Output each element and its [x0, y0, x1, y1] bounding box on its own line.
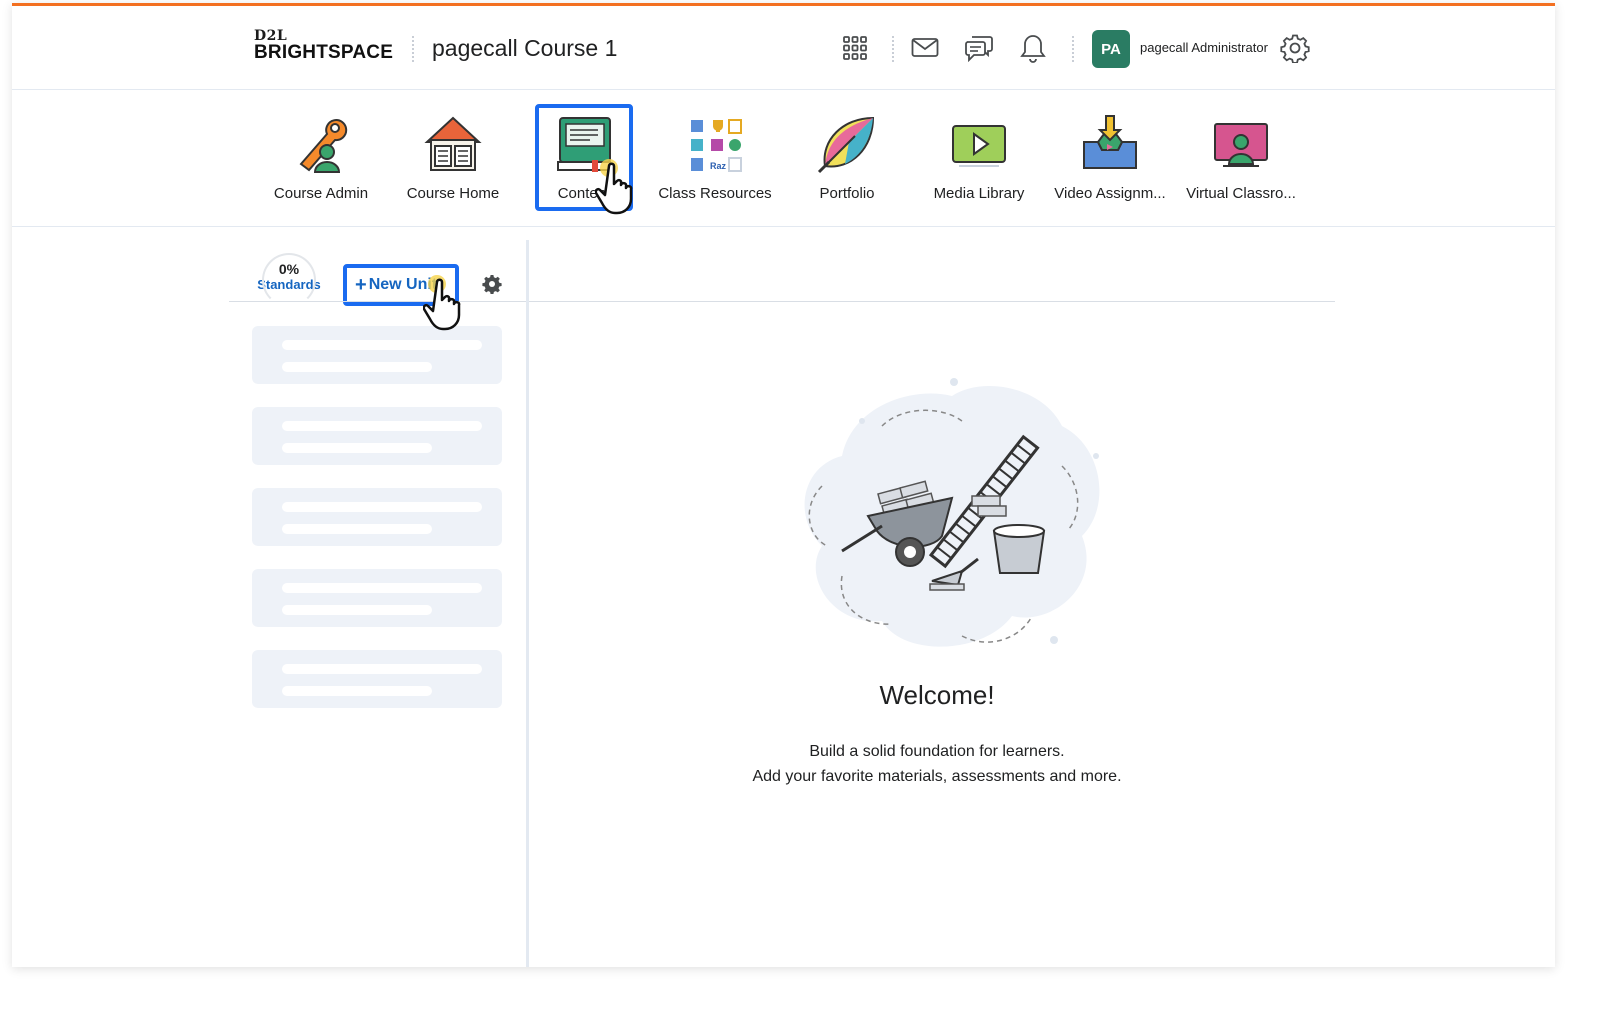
- avatar[interactable]: PA: [1092, 30, 1130, 68]
- house-book-icon: [421, 112, 485, 176]
- nav-label: Virtual Classro...: [1186, 185, 1296, 202]
- svg-text:Raz: Raz: [710, 161, 727, 171]
- mail-icon[interactable]: [908, 31, 942, 65]
- wrench-person-icon: [289, 112, 353, 176]
- presenter-screen-icon: [1209, 112, 1273, 176]
- header-divider: [412, 36, 414, 62]
- welcome-title: Welcome!: [879, 680, 995, 710]
- nav-label: Portfolio: [819, 185, 875, 202]
- nav-class-resources[interactable]: Raz Class Resources: [650, 112, 780, 212]
- gear-icon[interactable]: [1278, 31, 1312, 65]
- nav-label: Media Library: [933, 185, 1025, 202]
- nav-label: Class Resources: [658, 185, 772, 202]
- nav-label: Course Home: [406, 185, 500, 202]
- play-screen-icon: [947, 112, 1011, 176]
- brightspace-logo[interactable]: D2L BRIGHTSPACE: [254, 28, 404, 70]
- bell-icon[interactable]: [1016, 31, 1050, 65]
- top-header: D2L BRIGHTSPACE pagecall Course 1 PA pag…: [12, 6, 1555, 90]
- nav-course-admin[interactable]: Course Admin: [256, 112, 386, 212]
- welcome-line-2: Add your favorite materials, assessments…: [752, 768, 1122, 785]
- welcome-message: Welcome! Build a solid foundation for le…: [652, 680, 1222, 789]
- course-navbar: Course Admin Course Home Content Raz Cla…: [12, 90, 1555, 227]
- leaf-icon: [815, 112, 879, 176]
- logo-bottom-text: BRIGHTSPACE: [254, 42, 394, 63]
- sidebar-divider[interactable]: [526, 240, 529, 967]
- browser-frame: D2L BRIGHTSPACE pagecall Course 1 PA pag…: [12, 3, 1555, 967]
- grid-icon[interactable]: [838, 31, 872, 65]
- skeleton-unit: [252, 650, 502, 708]
- construction-illustration: [782, 366, 1122, 666]
- resources-grid-icon: Raz: [683, 112, 747, 176]
- pointer-hand-icon: [422, 274, 479, 340]
- nav-portfolio[interactable]: Portfolio: [782, 112, 912, 212]
- user-name[interactable]: pagecall Administrator: [1140, 40, 1268, 55]
- nav-virtual-classroom[interactable]: Virtual Classro...: [1176, 112, 1306, 212]
- skeleton-unit: [252, 407, 502, 465]
- nav-video-assignment[interactable]: Video Assignm...: [1045, 112, 1175, 212]
- skeleton-unit: [252, 488, 502, 546]
- nav-media-library[interactable]: Media Library: [914, 112, 1044, 212]
- plus-icon: +: [355, 273, 367, 296]
- nav-course-home[interactable]: Course Home: [388, 112, 518, 212]
- nav-label: Video Assignm...: [1054, 185, 1166, 202]
- chat-icon[interactable]: [962, 31, 996, 65]
- standards-progress[interactable]: 0% Standards: [256, 253, 322, 307]
- pointer-hand-icon: [594, 158, 651, 224]
- welcome-line-1: Build a solid foundation for learners.: [809, 743, 1065, 760]
- toolbar-divider: [229, 301, 1335, 302]
- header-divider: [1072, 36, 1074, 62]
- header-divider: [892, 36, 894, 62]
- nav-label: Course Admin: [273, 185, 369, 202]
- progress-ring: [262, 253, 316, 307]
- inbox-download-icon: [1078, 112, 1142, 176]
- settings-gear-icon[interactable]: [482, 274, 502, 295]
- course-title[interactable]: pagecall Course 1: [432, 35, 617, 62]
- skeleton-unit: [252, 569, 502, 627]
